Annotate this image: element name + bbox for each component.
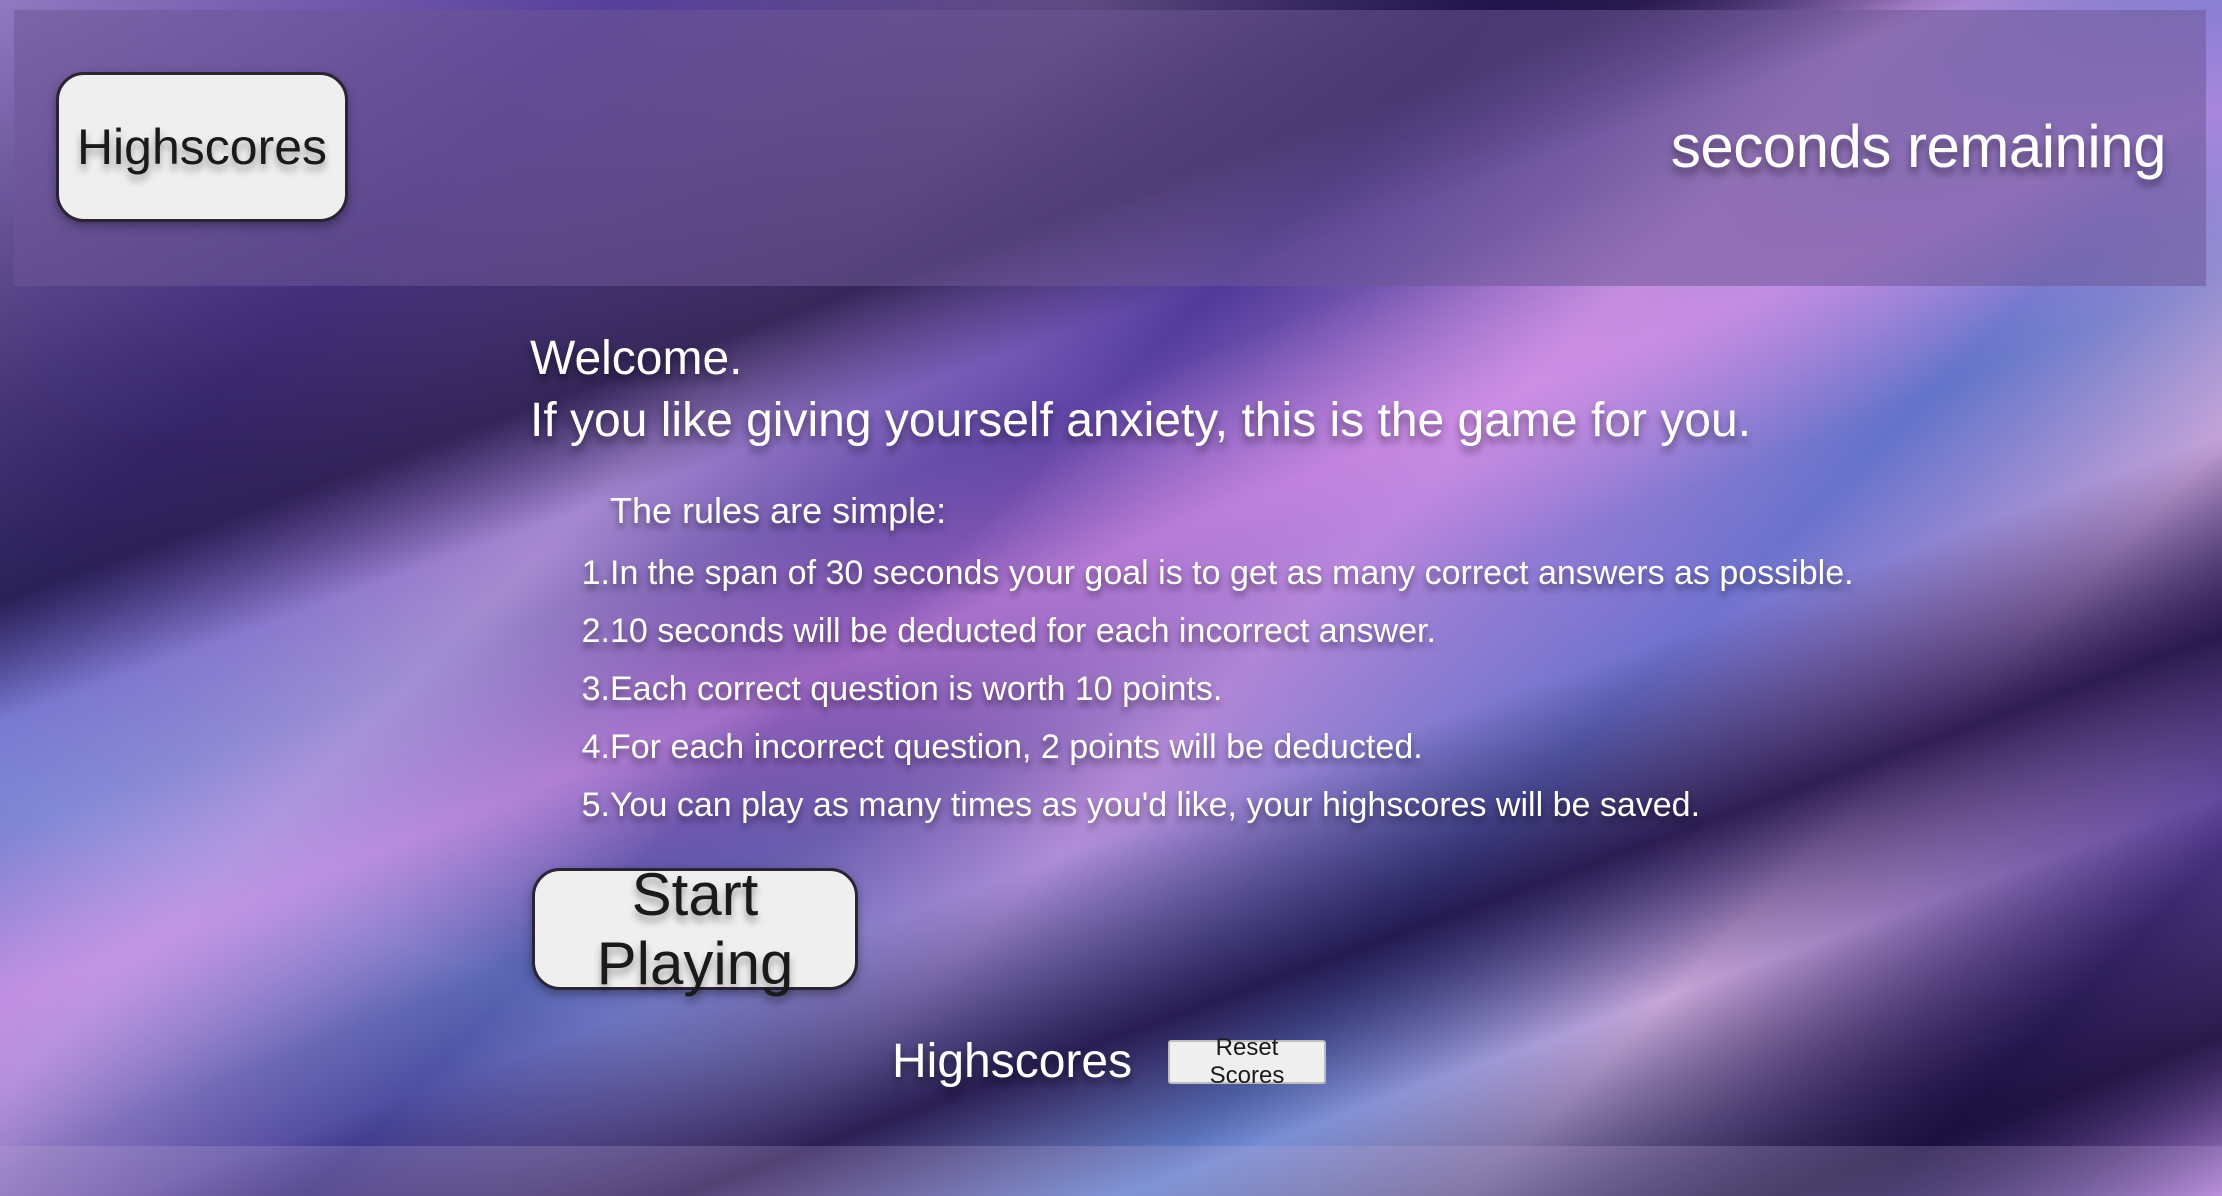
countdown-timer: seconds remaining (1661, 112, 2167, 181)
welcome-line: Welcome. (530, 332, 743, 385)
rule-index: 5. (581, 786, 610, 824)
welcome-message: Welcome. If you like giving yourself anx… (530, 328, 1751, 452)
rules-list: 1. In the span of 30 seconds your goal is… (570, 544, 1854, 834)
rule-item: 2. 10 seconds will be deducted for each i… (570, 602, 1854, 660)
start-playing-button[interactable]: Start Playing (532, 861, 858, 997)
rule-text: 10 seconds will be deducted for each inc… (610, 612, 1436, 650)
rule-index: 3. (581, 670, 610, 708)
rule-item: 1. In the span of 30 seconds your goal is… (570, 544, 1854, 602)
rule-text: For each incorrect question, 2 points wi… (610, 728, 1423, 766)
page-bottom-frame (0, 1146, 2222, 1196)
rule-text: In the span of 30 seconds your goal is t… (610, 554, 1854, 592)
rule-index: 1. (581, 554, 610, 592)
timer-label: seconds remaining (1670, 113, 2167, 180)
rule-item: 3. Each correct question is worth 10 poin… (570, 660, 1854, 718)
reset-scores-button[interactable]: Reset Scores (1168, 1034, 1326, 1089)
rule-text: You can play as many times as you'd like… (610, 786, 1701, 824)
highscores-heading: Highscores (892, 1035, 1133, 1088)
rule-item: 4. For each incorrect question, 2 points … (570, 718, 1854, 776)
rules-intro: The rules are simple: (610, 490, 947, 531)
rule-text: Each correct question is worth 10 points… (610, 670, 1223, 708)
rule-item: 5. You can play as many times as you'd li… (570, 776, 1854, 834)
rule-index: 2. (581, 612, 610, 650)
view-highscores-button[interactable]: Highscores (56, 72, 348, 222)
welcome-tagline: If you like giving yourself anxiety, thi… (530, 394, 1752, 447)
rule-index: 4. (581, 728, 610, 766)
